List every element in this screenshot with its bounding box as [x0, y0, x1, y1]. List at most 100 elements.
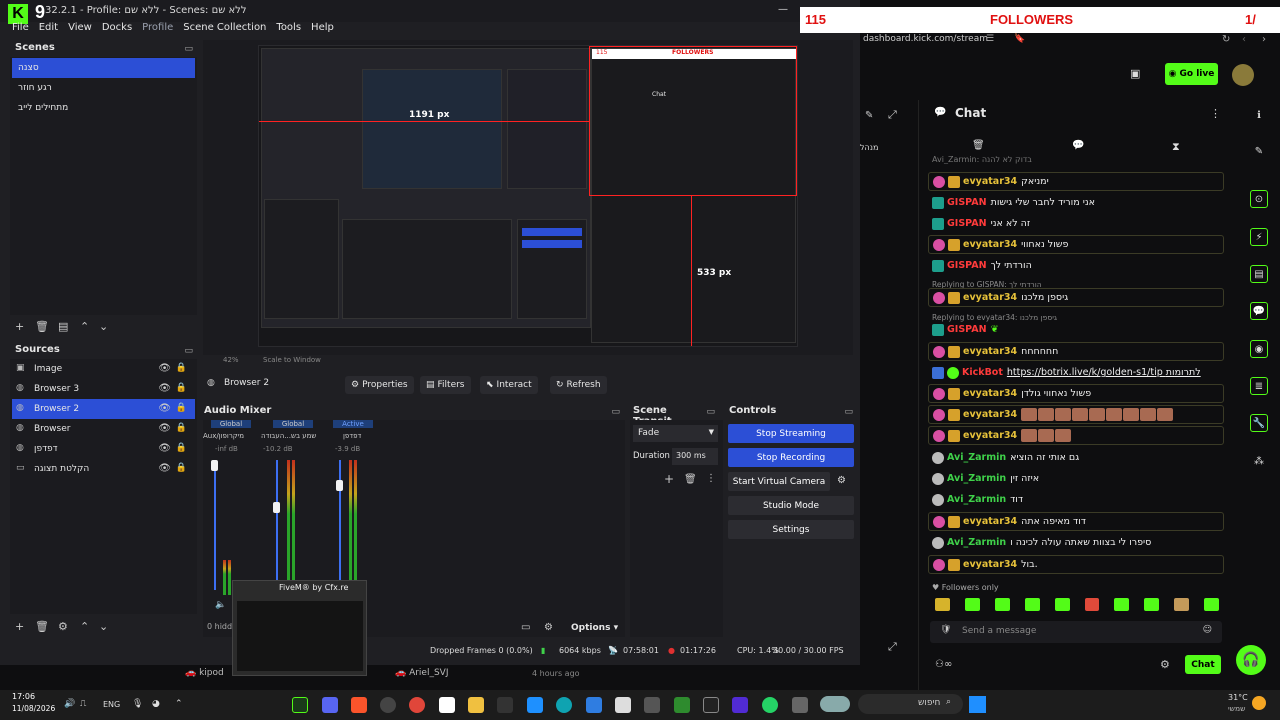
chrome-taskbar-icon[interactable]	[409, 697, 425, 713]
lock-icon[interactable]: 🔒	[176, 443, 187, 453]
app-taskbar-icon[interactable]	[527, 697, 543, 713]
stop-streaming-button[interactable]: Stop Streaming	[728, 424, 854, 443]
gear-icon[interactable]: ⚙	[1160, 658, 1170, 671]
emote-icon[interactable]	[964, 598, 980, 611]
layers-icon[interactable]: ≣	[1250, 377, 1268, 395]
source-item[interactable]: ◍ Browser 👁 🔒	[12, 419, 195, 439]
trash-icon[interactable]: 🗑	[972, 140, 985, 151]
support-icon[interactable]: 🎧	[1236, 645, 1266, 675]
chevron-up-icon[interactable]: ⌃	[175, 699, 183, 709]
volume-slider-knob[interactable]	[336, 480, 343, 491]
menu-help[interactable]: Help	[311, 22, 334, 38]
visibility-eye-icon[interactable]: 👁	[158, 423, 171, 434]
slow-mode-icon[interactable]: ⧗	[1172, 140, 1180, 154]
chat-message[interactable]: evyatar34 פשול נאחווי	[928, 235, 1224, 254]
menu-edit[interactable]: Edit	[39, 22, 58, 38]
emote-icon[interactable]	[1024, 598, 1040, 611]
chat-message[interactable]: evyatar34 גיספן מלכנו	[928, 288, 1224, 307]
scene-item[interactable]: מתחילים לייב	[12, 98, 195, 118]
microphone-icon[interactable]: 🎙	[132, 699, 143, 709]
forward-icon[interactable]: ›	[1262, 34, 1266, 45]
selection-bounding-box[interactable]	[589, 46, 797, 196]
chat-send-button[interactable]: Chat	[1185, 655, 1221, 674]
taskbar-search[interactable]: חיפוש ⌕	[858, 694, 963, 714]
taskbar-preview-popup[interactable]: FiveM® by Cfx.re	[232, 580, 367, 676]
discord-taskbar-icon[interactable]	[322, 697, 338, 713]
target-icon[interactable]: ⊙	[1250, 190, 1268, 208]
add-source-icon[interactable]: +	[15, 620, 24, 633]
zoom-level[interactable]: 42%	[223, 356, 239, 364]
chat-message[interactable]: evyatar34 בול.	[928, 555, 1224, 574]
users-icon[interactable]: ⚇∞	[935, 659, 952, 670]
emote-icon[interactable]	[994, 598, 1010, 611]
app-taskbar-icon[interactable]	[703, 697, 719, 713]
source-item[interactable]: ◍ Browser 3 👁 🔒	[12, 379, 195, 399]
filters-button[interactable]: ▤ Filters	[420, 376, 471, 394]
emote-icon[interactable]	[1084, 598, 1100, 611]
emote-icon[interactable]	[1174, 598, 1190, 611]
move-down-icon[interactable]: ⌄	[99, 620, 108, 633]
source-item[interactable]: ◍ Browser 2 👁 🔒	[12, 399, 195, 419]
menu-view[interactable]: View	[68, 22, 92, 38]
move-up-icon[interactable]: ⌃	[80, 320, 89, 333]
volume-icon[interactable]: 🔊	[64, 699, 75, 709]
more-options-icon[interactable]: ⋮	[1210, 107, 1221, 120]
properties-button[interactable]: ⚙ Properties	[345, 376, 414, 394]
channel-name[interactable]: דפדפן	[343, 432, 378, 440]
channel-name[interactable]: Aux/מיקרופון	[203, 432, 253, 440]
volume-slider[interactable]	[276, 460, 278, 590]
chat-message[interactable]: evyatar34	[928, 426, 1224, 445]
car-widget-icon[interactable]	[820, 696, 850, 712]
duration-input[interactable]: 300 ms	[672, 448, 718, 465]
pencil-icon[interactable]: ✎	[1250, 142, 1268, 160]
visibility-eye-icon[interactable]: 👁	[158, 383, 171, 394]
minimize-button[interactable]: —	[778, 4, 788, 15]
app-taskbar-icon[interactable]	[792, 697, 808, 713]
remove-scene-icon[interactable]: 🗑	[35, 320, 49, 333]
app-taskbar-icon[interactable]	[674, 697, 690, 713]
chat-message[interactable]: GISPAN זה לא אני	[928, 214, 1224, 233]
info-icon[interactable]: ℹ	[1250, 106, 1268, 124]
app-taskbar-icon[interactable]	[497, 697, 513, 713]
dock-float-icon[interactable]: ▭	[611, 407, 620, 417]
chat-message[interactable]: Avi_Zarmin איזה זין	[928, 469, 1224, 488]
volume-slider-knob[interactable]	[211, 460, 218, 471]
chat-message[interactable]: GISPAN אני מוריד לחבר שלי גישות	[928, 193, 1224, 212]
clock-time[interactable]: 17:06	[12, 692, 35, 701]
scene-item[interactable]: סצנה	[12, 58, 195, 78]
emoji-icon[interactable]: ☺	[1203, 625, 1212, 635]
move-up-icon[interactable]: ⌃	[80, 620, 89, 633]
chat-message[interactable]: evyatar34 חחחחחח	[928, 342, 1224, 361]
obs-taskbar-icon[interactable]	[380, 697, 396, 713]
chat-username[interactable]: Avi_Zarmin	[947, 473, 1006, 484]
chat-username[interactable]: evyatar34	[963, 346, 1017, 357]
chat-username[interactable]: evyatar34	[963, 388, 1017, 399]
chat-message[interactable]: evyatar34	[928, 405, 1224, 424]
chat-message[interactable]: evyatar34 ימניאק	[928, 172, 1224, 191]
brave-taskbar-icon[interactable]	[351, 697, 367, 713]
lock-icon[interactable]: 🔒	[176, 463, 187, 473]
scale-to-window[interactable]: Scale to Window	[263, 356, 321, 364]
chat-username[interactable]: Avi_Zarmin	[947, 494, 1006, 505]
source-item[interactable]: ◍ דפדפן 👁 🔒	[12, 439, 195, 459]
broadcast-icon[interactable]: ◉	[1250, 340, 1268, 358]
chat-message[interactable]: Avi_Zarmin גם אותי זה הוציא	[928, 448, 1224, 467]
avatar[interactable]	[1232, 64, 1254, 86]
send-message-input[interactable]: Send a message 🛡 ☺	[930, 621, 1222, 643]
notepad-taskbar-icon[interactable]	[439, 697, 455, 713]
store-taskbar-icon[interactable]	[586, 697, 602, 713]
interact-button[interactable]: ⬉ Interact	[480, 376, 538, 394]
whatsapp-taskbar-icon[interactable]	[762, 697, 778, 713]
chat-message[interactable]: GISPAN הורדתי לך	[928, 256, 1224, 275]
visibility-eye-icon[interactable]: 👁	[158, 403, 171, 414]
fivem-taskbar-icon[interactable]	[292, 697, 308, 713]
remove-source-icon[interactable]: 🗑	[35, 620, 49, 633]
lock-icon[interactable]: 🔒	[176, 423, 187, 433]
chat-username[interactable]: GISPAN	[947, 324, 987, 335]
chat-username[interactable]: GISPAN	[947, 260, 987, 271]
chat-username[interactable]: GISPAN	[947, 218, 987, 229]
emote-icon[interactable]	[1114, 598, 1130, 611]
app-taskbar-icon[interactable]	[732, 697, 748, 713]
visibility-eye-icon[interactable]: 👁	[158, 443, 171, 454]
source-settings-icon[interactable]: ⚙	[58, 620, 68, 633]
